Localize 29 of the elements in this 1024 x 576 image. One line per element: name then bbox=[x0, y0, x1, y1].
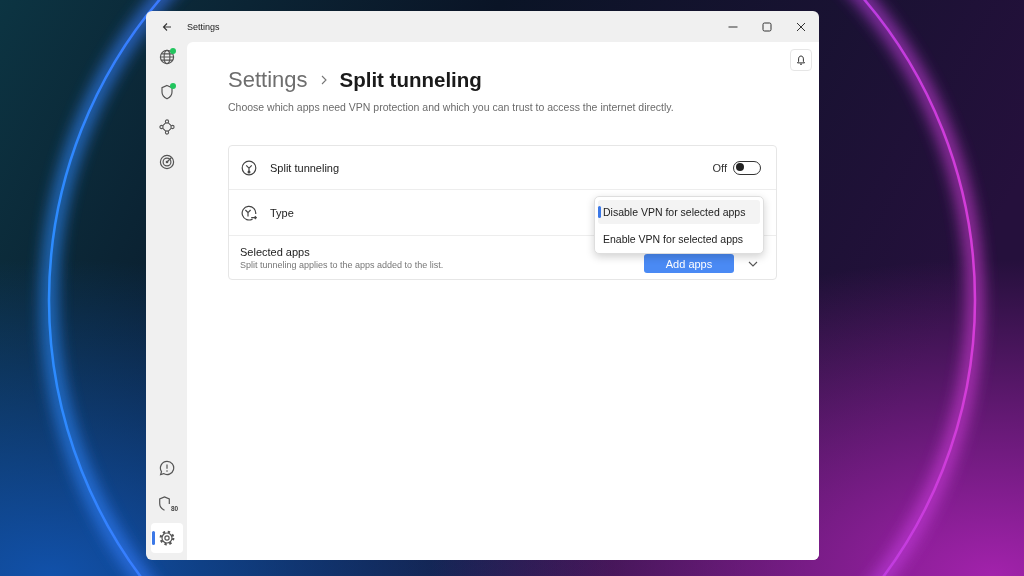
chevron-down-icon[interactable] bbox=[748, 260, 758, 267]
globe-icon[interactable] bbox=[158, 49, 175, 65]
toggle-state-label: Off bbox=[712, 161, 727, 174]
chevron-right-icon bbox=[320, 75, 327, 85]
toggle-switch[interactable] bbox=[733, 160, 761, 175]
target-icon[interactable] bbox=[158, 154, 175, 170]
fork-arrows-icon bbox=[241, 204, 257, 221]
nodes-icon[interactable] bbox=[158, 119, 175, 135]
dropdown-option[interactable]: Enable VPN for selected apps bbox=[598, 227, 760, 251]
row-label: Type bbox=[270, 206, 294, 219]
back-icon[interactable] bbox=[162, 21, 172, 32]
dropdown-option[interactable]: Disable VPN for selected apps bbox=[598, 200, 760, 224]
maximize-icon[interactable] bbox=[762, 21, 772, 32]
row-label: Split tunneling bbox=[270, 161, 340, 174]
speech-bubble-icon[interactable] bbox=[158, 460, 175, 476]
row-description: Split tunneling applies to the apps added to the list. bbox=[240, 259, 444, 270]
window-title: Settings bbox=[187, 21, 220, 32]
breadcrumb-link[interactable]: Settings bbox=[228, 66, 308, 94]
page-title: Split tunneling bbox=[339, 67, 482, 93]
page-description: Choose which apps need VPN protection and which you can trust to access the internet directly. bbox=[228, 100, 675, 114]
notifications-button[interactable] bbox=[790, 49, 812, 71]
shield-icon[interactable] bbox=[158, 84, 175, 100]
settings-icon bbox=[158, 530, 175, 546]
close-icon[interactable] bbox=[796, 21, 806, 32]
fork-icon bbox=[241, 159, 257, 176]
row-label: Selected apps bbox=[240, 245, 311, 258]
nav-button[interactable] bbox=[150, 523, 183, 553]
shield-icon bbox=[158, 495, 170, 511]
bell-icon bbox=[796, 55, 806, 65]
